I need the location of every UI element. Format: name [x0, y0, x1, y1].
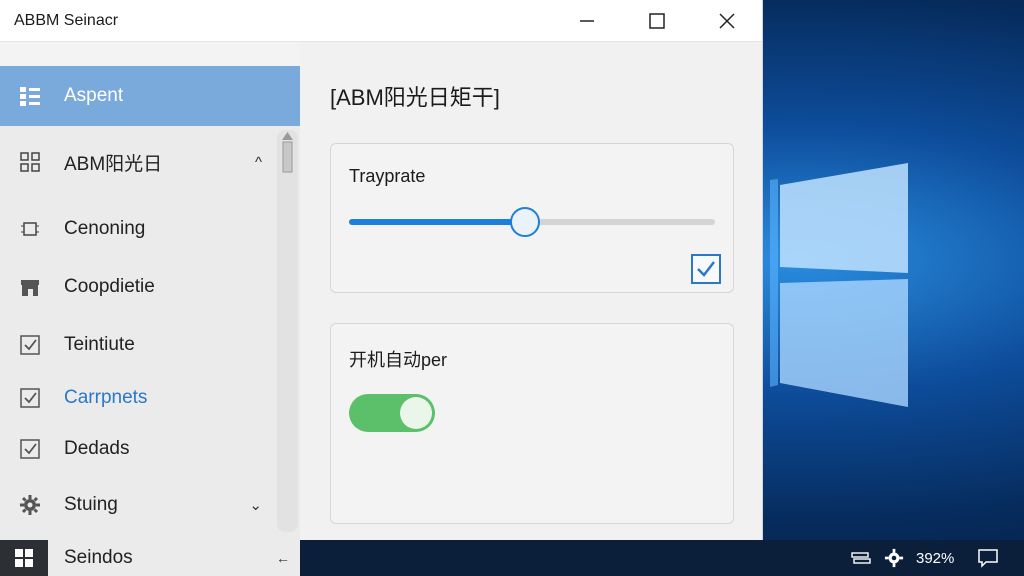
main-content: [ABM阳光日矩干] Trayprate 开机自动per: [300, 42, 762, 540]
settings-card-slider: Trayprate: [330, 143, 734, 293]
title-bar: ABBM Seinacr: [0, 0, 762, 42]
gear-icon: [16, 491, 44, 519]
sidebar-item-label: Carrpnets: [64, 387, 148, 408]
toggle-knob: [400, 397, 432, 429]
windows-icon: [15, 549, 33, 567]
card-title: Trayprate: [349, 166, 426, 186]
grid-icon: [16, 148, 44, 176]
sidebar-item-dedads[interactable]: Dedads: [0, 425, 276, 473]
checkbox-icon: [16, 435, 44, 463]
checkbox-icon: [16, 331, 44, 359]
store-icon: [16, 273, 44, 301]
start-button[interactable]: [0, 540, 48, 576]
list-icon: [16, 82, 44, 110]
sidebar-item-label: Teintiute: [64, 334, 135, 355]
tray-settings[interactable]: [884, 540, 904, 576]
chevron-left-icon[interactable]: ←: [276, 550, 290, 566]
notification-icon: [978, 549, 998, 568]
enable-checkbox[interactable]: [691, 254, 721, 284]
sidebar-item-carrpnets[interactable]: Carrpnets: [0, 374, 276, 422]
sidebar-item-label: Dedads: [64, 438, 130, 459]
checkmark-icon: [697, 261, 715, 277]
maximize-button[interactable]: [622, 0, 692, 42]
tray-battery-text[interactable]: 392%: [916, 540, 954, 576]
chip-icon: [16, 215, 44, 243]
app-window: ABBM Seinacr Aspent ABM阳光日 ^ Cenoning Co…: [0, 0, 763, 540]
slider-fill: [349, 219, 525, 225]
settings-card-toggle: 开机自动per: [330, 323, 734, 524]
card-title: 开机自动per: [349, 350, 448, 370]
sidebar-item-abm[interactable]: ABM阳光日 ^: [0, 138, 276, 186]
sidebar-item-label: ABM阳光日: [64, 153, 163, 175]
gear-icon: [884, 548, 904, 568]
sidebar-item-seindos[interactable]: Seindos ←: [48, 540, 300, 576]
minimize-button[interactable]: [552, 0, 622, 42]
chevron-up-icon[interactable]: ^: [255, 154, 262, 171]
network-icon: [851, 552, 871, 564]
window-title: ABBM Seinacr: [14, 11, 119, 29]
sidebar-scrollbar-track[interactable]: [277, 130, 298, 532]
sidebar-item-label: Aspent: [64, 85, 124, 106]
sidebar-item-stuing[interactable]: Stuing ⌄: [0, 481, 276, 529]
sidebar-item-coopdietie[interactable]: Coopdietie: [0, 263, 276, 311]
sidebar: Aspent ABM阳光日 ^ Cenoning Coopdietie Tein…: [0, 66, 300, 540]
close-icon: [719, 12, 735, 29]
close-button[interactable]: [692, 0, 762, 42]
minimize-icon: [580, 19, 594, 22]
sidebar-item-teintiute[interactable]: Teintiute: [0, 321, 276, 369]
windows-logo-wallpaper: [770, 163, 908, 407]
chevron-down-icon[interactable]: ⌄: [249, 496, 262, 514]
sidebar-item-cenoning[interactable]: Cenoning: [0, 205, 276, 253]
autostart-toggle[interactable]: [349, 394, 435, 432]
slider-thumb[interactable]: [510, 207, 540, 237]
sidebar-item-label: Cenoning: [64, 218, 146, 239]
sidebar-item-label: Coopdietie: [64, 276, 155, 297]
sidebar-item-aspent[interactable]: Aspent: [0, 66, 300, 126]
page-title: [ABM阳光日矩干]: [330, 85, 500, 110]
maximize-icon: [649, 12, 665, 29]
tray-notifications[interactable]: [977, 540, 999, 576]
sidebar-item-label: Seindos: [64, 547, 133, 568]
checkbox-icon: [16, 384, 44, 412]
tray-network[interactable]: [850, 540, 872, 576]
sidebar-item-label: Stuing: [64, 494, 118, 515]
sidebar-scrollbar-thumb[interactable]: [279, 130, 296, 178]
